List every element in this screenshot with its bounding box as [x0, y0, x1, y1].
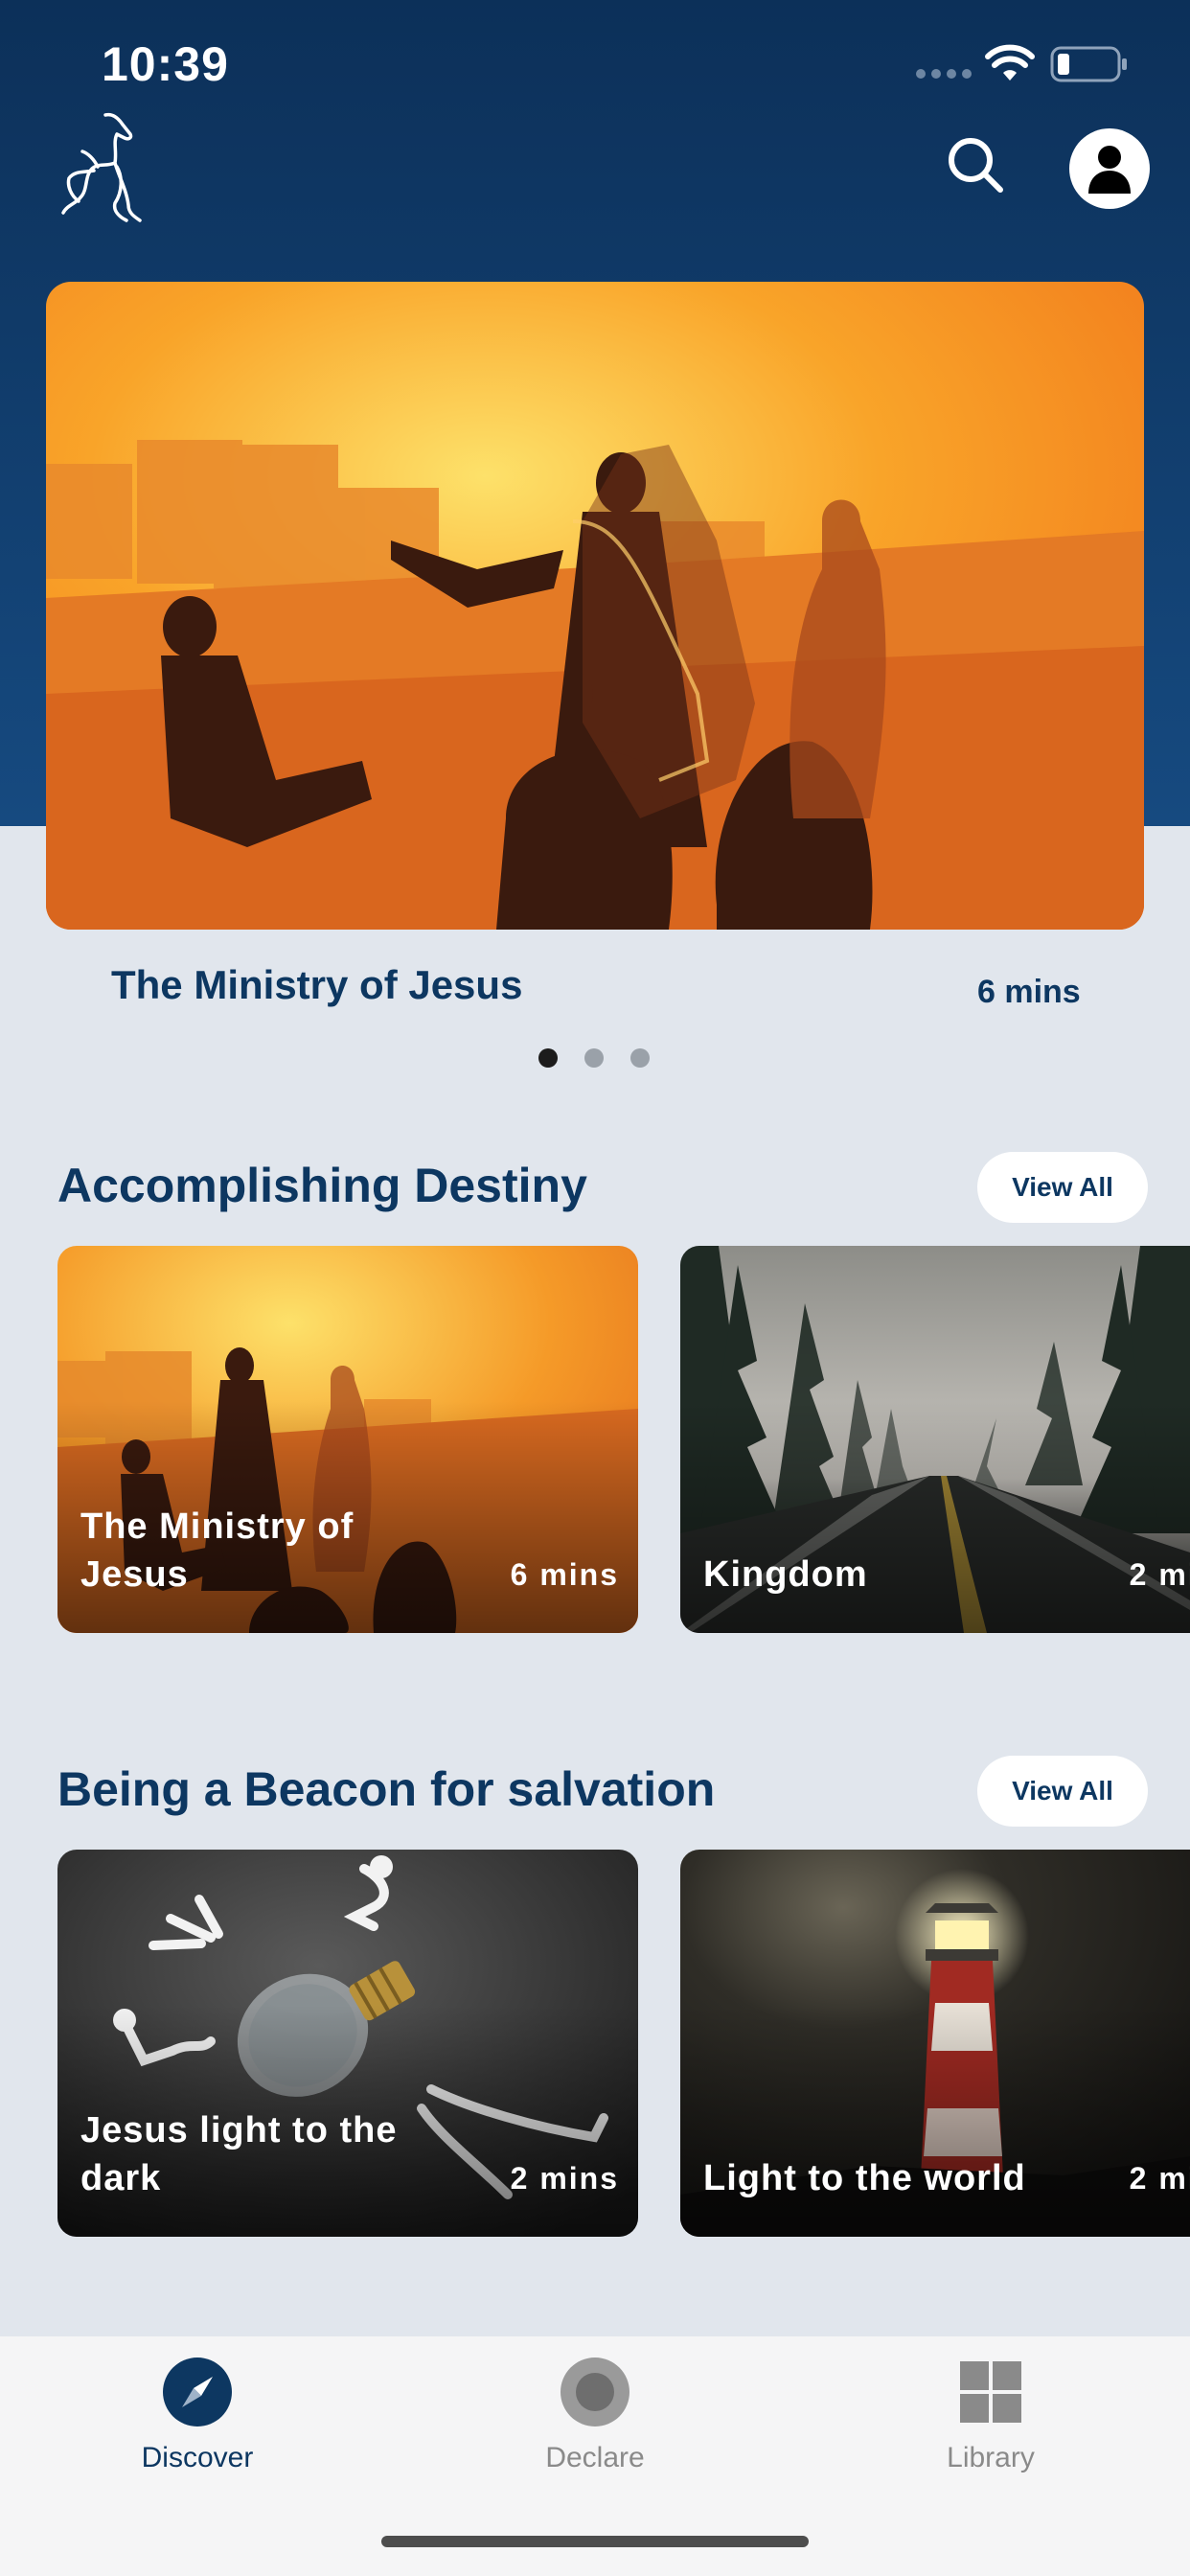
tab-label: Discover — [141, 2442, 254, 2473]
view-all-button[interactable]: View All — [977, 1756, 1148, 1827]
card-duration: 2 mins — [510, 2161, 619, 2196]
section-title-being-a-beacon: Being a Beacon for salvation — [57, 1762, 716, 1816]
card-title: Jesus light to the dark — [80, 2110, 398, 2198]
section-title-accomplishing-destiny: Accomplishing Destiny — [57, 1159, 587, 1212]
hero-banner[interactable] — [46, 282, 1144, 930]
horse-logo-icon — [61, 112, 142, 222]
profile-button[interactable] — [1069, 128, 1150, 209]
card-duration: 2 mins — [1129, 2161, 1190, 2196]
card-title: Light to the world — [703, 2158, 1026, 2198]
cellular-signal-icon — [916, 69, 972, 79]
tab-library[interactable]: Library — [895, 2356, 1087, 2474]
card-jesus-light-to-the-dark[interactable]: Jesus light to the dark 2 mins — [57, 1850, 638, 2237]
tab-label: Library — [947, 2442, 1035, 2473]
card-light-to-the-world[interactable]: Light to the world 2 mins — [680, 1850, 1190, 2237]
hero-illustration — [46, 282, 1144, 930]
card-ministry-of-jesus[interactable]: The Ministry of Jesus 6 mins — [57, 1246, 638, 1633]
hero-duration: 6 mins — [977, 974, 1081, 1010]
card-title: The Ministry of Jesus — [80, 1506, 355, 1595]
battery-icon — [1050, 46, 1127, 82]
view-all-button[interactable]: View All — [977, 1152, 1148, 1223]
person-icon — [1088, 146, 1131, 194]
tab-label: Declare — [545, 2442, 645, 2473]
carousel-pagination[interactable] — [538, 1048, 650, 1068]
status-time: 10:39 — [102, 37, 229, 91]
card-duration: 6 mins — [510, 1557, 619, 1592]
search-icon[interactable] — [945, 134, 1006, 196]
carousel-dot-1[interactable] — [538, 1048, 558, 1068]
grid-icon — [960, 2361, 1021, 2423]
compass-icon — [163, 2358, 232, 2426]
tab-declare[interactable]: Declare — [499, 2356, 691, 2474]
hero-title: The Ministry of Jesus — [111, 962, 523, 1007]
card-kingdom[interactable]: Kingdom 2 mins — [680, 1246, 1190, 1633]
card-duration: 2 mins — [1129, 1557, 1190, 1592]
wifi-icon — [985, 44, 1035, 80]
carousel-dot-3[interactable] — [630, 1048, 650, 1068]
home-indicator[interactable] — [381, 2536, 809, 2547]
carousel-dot-2[interactable] — [584, 1048, 604, 1068]
record-icon — [561, 2358, 629, 2426]
card-title: Kingdom — [703, 1554, 868, 1595]
tab-discover[interactable]: Discover — [102, 2356, 293, 2474]
